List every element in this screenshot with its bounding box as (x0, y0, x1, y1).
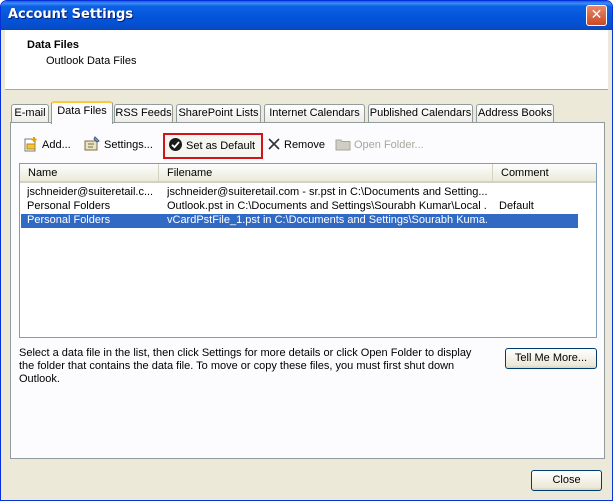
remove-label: Remove (284, 139, 325, 151)
set-as-default-button[interactable]: Set as Default (163, 133, 264, 159)
row-filename: Outlook.pst in C:\Documents and Settings… (167, 200, 487, 212)
close-button[interactable]: Close (531, 470, 602, 491)
column-header-filename[interactable]: Filename (159, 164, 493, 183)
row-name: Personal Folders (27, 200, 111, 212)
row-filename: vCardPstFile_1.pst in C:\Documents and S… (167, 214, 487, 226)
tell-me-more-button[interactable]: Tell Me More... (505, 348, 597, 369)
column-header-comment[interactable]: Comment (493, 164, 596, 183)
row-comment: Default (499, 200, 534, 212)
tab-address-books[interactable]: Address Books (476, 104, 554, 123)
row-name: jschneider@suiteretail.c... (27, 186, 154, 198)
row-name: Personal Folders (27, 214, 111, 226)
open-folder-label: Open Folder... (354, 139, 424, 151)
settings-button[interactable]: Settings... (84, 133, 153, 157)
settings-label: Settings... (104, 139, 153, 151)
tab-email[interactable]: E-mail (11, 104, 49, 123)
tab-internet-calendars[interactable]: Internet Calendars (264, 104, 365, 123)
data-files-list[interactable]: Name Filename Comment jschneider@suitere… (19, 163, 597, 338)
tab-sharepoint-lists[interactable]: SharePoint Lists (176, 104, 261, 123)
column-header-name[interactable]: Name (20, 164, 159, 183)
header-area: Data Files Outlook Data Files (5, 30, 608, 90)
tab-rss-feeds[interactable]: RSS Feeds (114, 104, 173, 123)
list-header: Name Filename Comment (20, 164, 596, 183)
account-settings-window: Account Settings ✕ Data Files Outlook Da… (0, 0, 613, 501)
set-as-default-label: Set as Default (186, 140, 256, 152)
table-row[interactable]: Personal Folders Outlook.pst in C:\Docum… (21, 200, 578, 214)
title-bar[interactable]: Account Settings ✕ (1, 1, 612, 30)
data-files-panel: Add... Settings... Set as Default Remove… (10, 122, 605, 459)
header-title: Data Files (27, 39, 79, 51)
add-file-icon (23, 136, 39, 155)
open-folder-button[interactable]: Open Folder... (335, 133, 424, 157)
window-title: Account Settings (8, 7, 134, 22)
remove-x-icon (267, 137, 281, 154)
tab-published-calendars[interactable]: Published Calendars (368, 104, 473, 123)
help-text: Select a data file in the list, then cli… (19, 347, 472, 385)
window-close-button[interactable]: ✕ (586, 5, 607, 26)
remove-button[interactable]: Remove (267, 133, 325, 157)
folder-icon (335, 137, 351, 154)
add-label: Add... (42, 139, 71, 151)
table-row[interactable]: jschneider@suiteretail.c... jschneider@s… (21, 186, 578, 200)
table-row-selected[interactable]: Personal Folders vCardPstFile_1.pst in C… (21, 214, 578, 228)
checkmark-circle-icon (168, 137, 183, 155)
settings-icon (84, 135, 101, 155)
header-subtitle: Outlook Data Files (46, 55, 137, 67)
row-filename: jschneider@suiteretail.com - sr.pst in C… (167, 186, 487, 198)
add-button[interactable]: Add... (23, 133, 71, 157)
tab-data-files[interactable]: Data Files (51, 101, 113, 124)
